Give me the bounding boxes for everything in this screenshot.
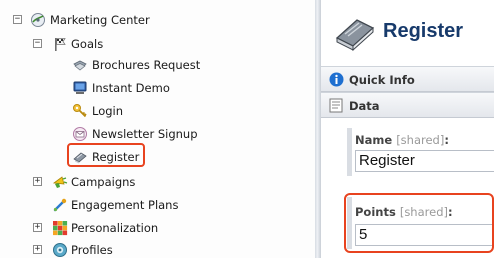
name-field[interactable]: Register [355, 150, 494, 172]
marketing-center-icon [30, 12, 46, 28]
tree-node-label: Register [92, 150, 140, 164]
tree-node-campaigns[interactable]: + Campaigns [0, 172, 300, 192]
envelope-icon [72, 126, 88, 142]
item-title: Register [383, 20, 464, 42]
tree-node-label: Engagement Plans [71, 198, 179, 212]
tree-node-label: Newsletter Signup [92, 127, 198, 141]
expand-toggle[interactable]: + [33, 245, 42, 254]
tree-node-label: Marketing Center [50, 13, 150, 27]
key-icon [72, 103, 88, 119]
section-title: Quick Info [349, 73, 415, 87]
tree-node-newsletter-signup[interactable]: Newsletter Signup [0, 124, 300, 144]
profiles-icon [52, 242, 68, 258]
tree-node-personalization[interactable]: + Personalization [0, 218, 300, 238]
editor-header: Register [321, 0, 494, 64]
campaigns-icon [52, 174, 68, 190]
tree-node-label: Personalization [71, 221, 159, 235]
expand-toggle[interactable]: + [33, 223, 42, 232]
tree-node-label: Login [92, 104, 124, 118]
tree-node-label: Profiles [71, 243, 113, 257]
section-title: Data [349, 99, 380, 113]
monitor-icon [72, 80, 88, 96]
expand-toggle[interactable]: + [33, 177, 42, 186]
brochures-icon [72, 57, 88, 73]
flag-icon [52, 36, 68, 52]
points-highlight [344, 193, 494, 253]
tree-node-label: Instant Demo [92, 81, 170, 95]
collapse-toggle[interactable]: − [33, 39, 42, 48]
tree-node-label: Goals [71, 37, 104, 51]
engagement-plans-icon [52, 197, 68, 213]
data-section-icon [329, 98, 343, 113]
tree-node-login[interactable]: Login [0, 101, 300, 121]
tree-node-goals[interactable]: − Goals [0, 34, 300, 54]
section-quick-info[interactable]: Quick Info [321, 66, 494, 92]
tree-node-label: Campaigns [71, 175, 136, 189]
tree-node-instant-demo[interactable]: Instant Demo [0, 78, 300, 98]
tree-node-register[interactable]: Register [0, 143, 300, 167]
tree-node-brochures-request[interactable]: Brochures Request [0, 55, 300, 75]
register-book-icon [333, 12, 377, 52]
tree-node-label: Brochures Request [92, 58, 201, 72]
item-editor: Register Quick Info Data Name [shared]: … [321, 0, 494, 258]
content-tree: − Marketing Center − Goals Brochures Req… [0, 0, 315, 258]
tree-node-marketing-center[interactable]: − Marketing Center [0, 10, 300, 30]
field-label-name: Name [shared]: [355, 133, 449, 147]
collapse-toggle[interactable]: − [13, 15, 22, 24]
section-data[interactable]: Data [321, 92, 494, 118]
tree-node-profiles[interactable]: + Profiles [0, 240, 300, 260]
register-book-icon [72, 149, 88, 165]
tree-node-engagement-plans[interactable]: Engagement Plans [0, 195, 300, 215]
info-icon [329, 72, 344, 87]
personalization-icon [52, 220, 68, 236]
